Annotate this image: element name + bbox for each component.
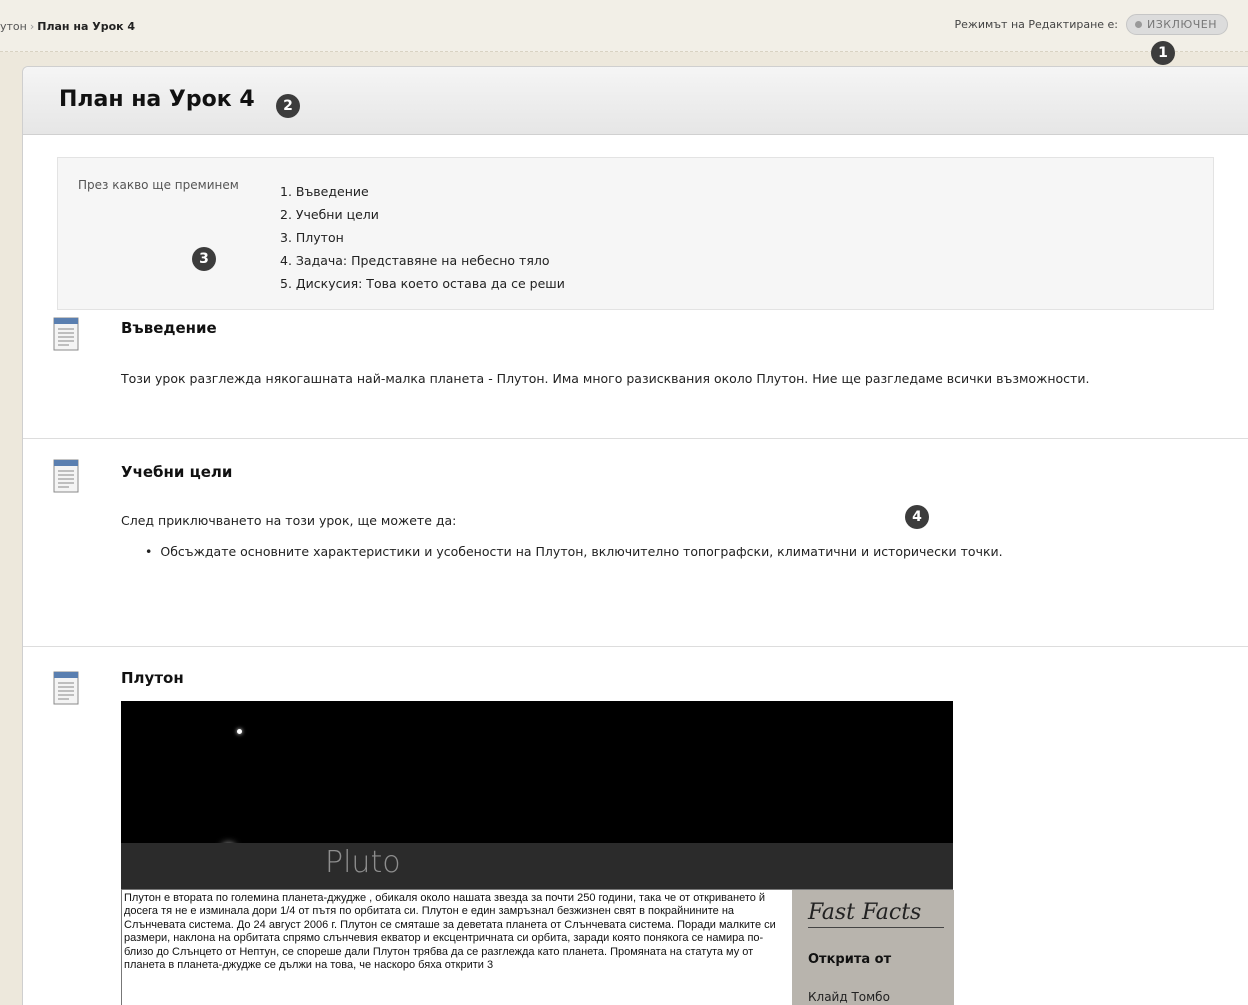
pluto-title[interactable]: Плутон (121, 669, 184, 687)
callout-marker-1: 1 (1151, 41, 1175, 65)
objectives-title[interactable]: Учебни цели (121, 463, 232, 481)
objectives-body: След приключването на този урок, ще може… (121, 513, 457, 528)
pluto-caption: Pluto (325, 845, 401, 880)
document-icon (53, 317, 79, 351)
breadcrumb: утон › План на Урок 4 (0, 20, 135, 33)
moon-image (237, 729, 242, 734)
objective-item: Обсъждате основните характеристики и усо… (145, 544, 1002, 559)
fast-facts-panel: Fast Facts Открита от Клайд Томбо (792, 890, 954, 1005)
intro-title[interactable]: Въведение (121, 319, 217, 337)
breadcrumb-parent[interactable]: утон (0, 20, 27, 33)
page-header: План на Урок 4 (23, 67, 1248, 135)
breadcrumb-current: План на Урок 4 (37, 20, 136, 33)
overview-item[interactable]: 2. Учебни цели (280, 203, 565, 226)
callout-marker-3: 3 (192, 247, 216, 271)
overview-label: През какво ще преминем (78, 178, 239, 192)
fast-facts-label: Открита от (808, 952, 892, 967)
objectives-list: Обсъждате основните характеристики и усо… (145, 544, 1002, 559)
pluto-paragraph: Плутон е втората по големина планета-джу… (124, 892, 776, 972)
pluto-caption-band: Pluto (121, 843, 953, 889)
breadcrumb-separator: › (29, 20, 35, 33)
callout-marker-2: 2 (276, 94, 300, 118)
page-title: План на Урок 4 (59, 87, 255, 112)
edit-mode-label: Режимът на Редактиране е: (954, 18, 1118, 31)
top-bar: утон › План на Урок 4 Режимът на Редактира… (0, 0, 1248, 52)
lesson-overview: През какво ще преминем 1. Въведение 2. У… (57, 157, 1214, 310)
content-panel: План на Урок 4 2 През какво ще преминем … (22, 66, 1248, 1005)
fast-facts-value: Клайд Томбо (808, 990, 890, 1004)
intro-body: Този урок разглежда някогашната най-малк… (121, 371, 1090, 386)
edit-mode-toggle[interactable]: ИЗКЛЮЧЕН (1126, 14, 1228, 35)
pluto-text-frame: Плутон е втората по големина планета-джу… (121, 889, 954, 1005)
fast-facts-title: Fast Facts (808, 900, 944, 928)
overview-item[interactable]: 3. Плутон (280, 226, 565, 249)
edit-mode-control: Режимът на Редактиране е: ИЗКЛЮЧЕН (955, 14, 1228, 35)
edit-mode-state: ИЗКЛЮЧЕН (1147, 18, 1217, 31)
overview-list: 1. Въведение 2. Учебни цели 3. Плутон 4.… (280, 180, 565, 295)
divider (23, 646, 1248, 647)
pluto-embed: Pluto Плутон е втората по големина плане… (121, 701, 954, 1005)
overview-item[interactable]: 5. Дискусия: Това което остава да се реш… (280, 272, 565, 295)
document-icon (53, 459, 79, 493)
toggle-dot-icon (1135, 21, 1142, 28)
overview-item[interactable]: 4. Задача: Представяне на небесно тяло (280, 249, 565, 272)
callout-marker-4: 4 (905, 505, 929, 529)
overview-item[interactable]: 1. Въведение (280, 180, 565, 203)
divider (23, 438, 1248, 439)
document-icon (53, 671, 79, 705)
